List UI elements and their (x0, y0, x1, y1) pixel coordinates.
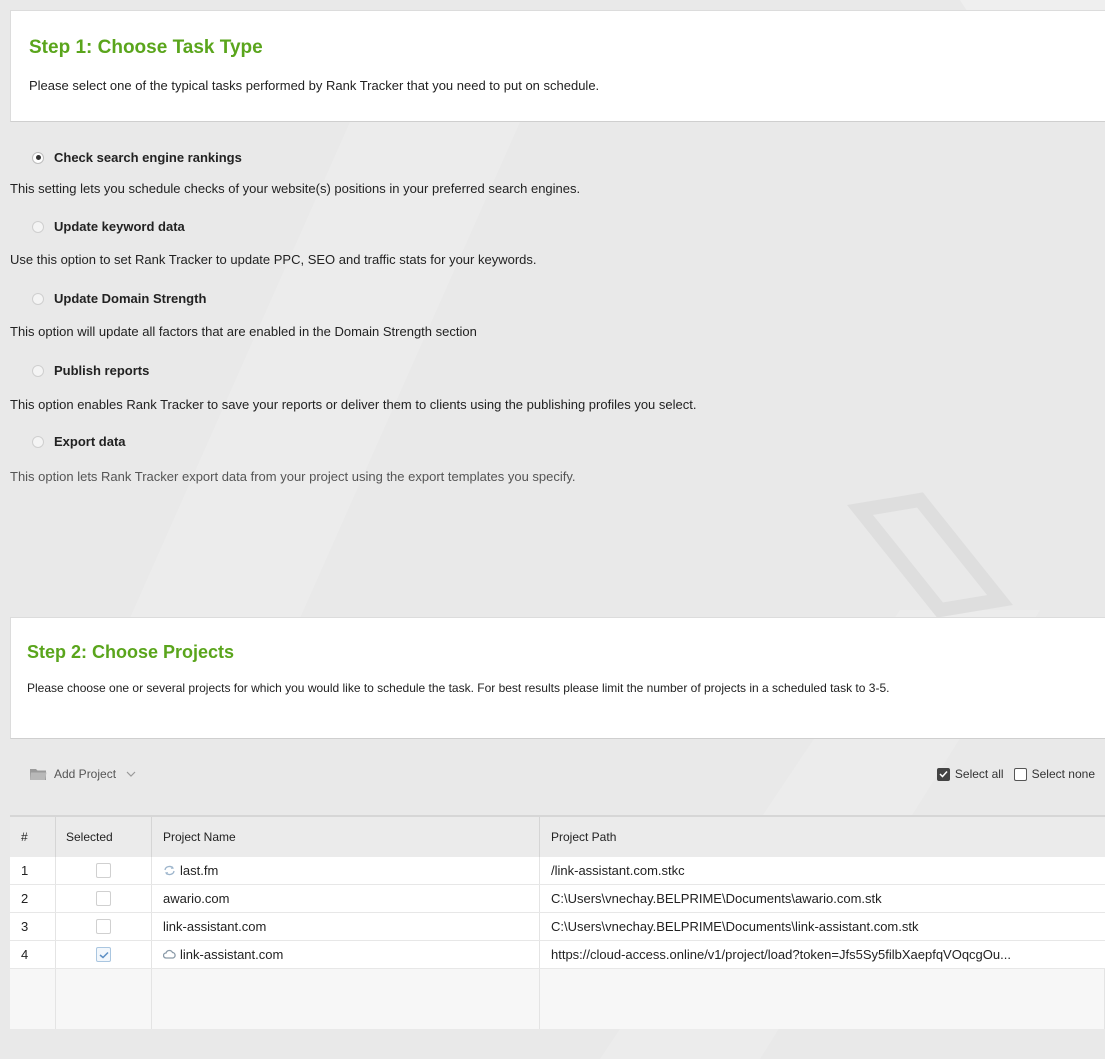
step2-description: Please choose one or several projects fo… (27, 681, 890, 695)
step1-description: Please select one of the typical tasks p… (29, 78, 600, 93)
select-none-label[interactable]: Select none (1032, 767, 1095, 781)
row-checkbox[interactable] (96, 891, 111, 906)
option-label[interactable]: Update Domain Strength (54, 291, 206, 306)
empty-cell (10, 969, 56, 1029)
radio-check-rankings[interactable] (32, 151, 44, 164)
header-selected[interactable]: Selected (56, 817, 152, 857)
radio-update-keyword-data[interactable] (32, 220, 44, 233)
chevron-down-icon[interactable] (126, 771, 136, 778)
table-row[interactable]: 4 link-assistant.com https://cloud-acces… (10, 941, 1105, 969)
project-name: awario.com (152, 885, 540, 912)
table-row[interactable]: 2 awario.com C:\Users\vnechay.BELPRIME\D… (10, 885, 1105, 913)
select-all-button[interactable]: Select all (936, 767, 1004, 781)
empty-cell (152, 969, 540, 1029)
header-project-path[interactable]: Project Path (540, 817, 1105, 857)
option-publish-reports[interactable]: Publish reports (10, 363, 149, 378)
sync-icon (164, 865, 175, 876)
row-number: 4 (10, 941, 56, 968)
header-number[interactable]: # (10, 817, 56, 857)
option-label[interactable]: Update keyword data (54, 219, 185, 234)
option-description: Use this option to set Rank Tracker to u… (10, 252, 537, 267)
add-project-label[interactable]: Add Project (54, 767, 116, 781)
row-selected-cell (56, 941, 152, 968)
cloud-icon (163, 949, 176, 959)
project-path: C:\Users\vnechay.BELPRIME\Documents\link… (551, 919, 919, 934)
table-empty-area (10, 969, 1105, 1029)
project-name-cell: last.fm (152, 857, 540, 884)
empty-cell (540, 969, 1105, 1029)
step1-header: Step 1: Choose Task Type Please select o… (10, 10, 1105, 122)
option-update-domain-strength[interactable]: Update Domain Strength (10, 291, 206, 306)
option-label[interactable]: Publish reports (54, 363, 149, 378)
option-check-rankings[interactable]: Check search engine rankings (10, 150, 242, 165)
option-export-data[interactable]: Export data (10, 434, 126, 449)
check-icon (99, 951, 109, 959)
step2-header: Step 2: Choose Projects Please choose on… (10, 617, 1105, 739)
table-header: # Selected Project Name Project Path (10, 815, 1105, 857)
project-path: C:\Users\vnechay.BELPRIME\Documents\awar… (551, 891, 882, 906)
project-name: link-assistant.com (152, 913, 540, 940)
project-name: link-assistant.com (180, 947, 284, 962)
table-row[interactable]: 1 last.fm /link-assistant.com.stkc (10, 857, 1105, 885)
radio-publish-reports[interactable] (32, 364, 44, 377)
add-project-button[interactable]: Add Project (30, 767, 136, 781)
check-icon (939, 770, 948, 778)
option-update-keyword-data[interactable]: Update keyword data (10, 219, 185, 234)
option-description: This option lets Rank Tracker export dat… (10, 469, 576, 484)
table-row[interactable]: 3 link-assistant.com C:\Users\vnechay.BE… (10, 913, 1105, 941)
select-all-checkbox[interactable] (936, 767, 950, 781)
row-checkbox[interactable] (96, 919, 111, 934)
select-none-checkbox[interactable] (1013, 767, 1027, 781)
empty-cell (56, 969, 152, 1029)
row-checkbox[interactable] (96, 863, 111, 878)
select-none-button[interactable]: Select none (1013, 767, 1095, 781)
row-number: 3 (10, 913, 56, 940)
option-description: This setting lets you schedule checks of… (10, 181, 581, 196)
project-path: /link-assistant.com.stkc (551, 863, 685, 878)
select-all-label[interactable]: Select all (955, 767, 1004, 781)
row-checkbox[interactable] (96, 947, 111, 962)
option-description: This option will update all factors that… (10, 324, 477, 339)
option-label[interactable]: Export data (54, 434, 126, 449)
row-selected-cell (56, 913, 152, 940)
folder-icon (30, 768, 47, 780)
radio-export-data[interactable] (32, 435, 44, 448)
header-project-name[interactable]: Project Name (152, 817, 540, 857)
projects-table: # Selected Project Name Project Path 1 l… (10, 815, 1105, 1029)
selection-controls: Select all Select none (927, 767, 1095, 781)
option-description: This option enables Rank Tracker to save… (10, 397, 697, 412)
row-selected-cell (56, 857, 152, 884)
project-name: last.fm (180, 863, 219, 878)
project-name-cell: link-assistant.com (152, 941, 540, 968)
option-label[interactable]: Check search engine rankings (54, 150, 242, 165)
row-number: 1 (10, 857, 56, 884)
radio-update-domain-strength[interactable] (32, 292, 44, 305)
row-number: 2 (10, 885, 56, 912)
projects-toolbar: Add Project Select all Select none (10, 757, 1105, 797)
step1-title: Step 1: Choose Task Type (29, 37, 263, 58)
row-selected-cell (56, 885, 152, 912)
project-path: https://cloud-access.online/v1/project/l… (551, 947, 1011, 962)
step2-title: Step 2: Choose Projects (27, 642, 235, 662)
